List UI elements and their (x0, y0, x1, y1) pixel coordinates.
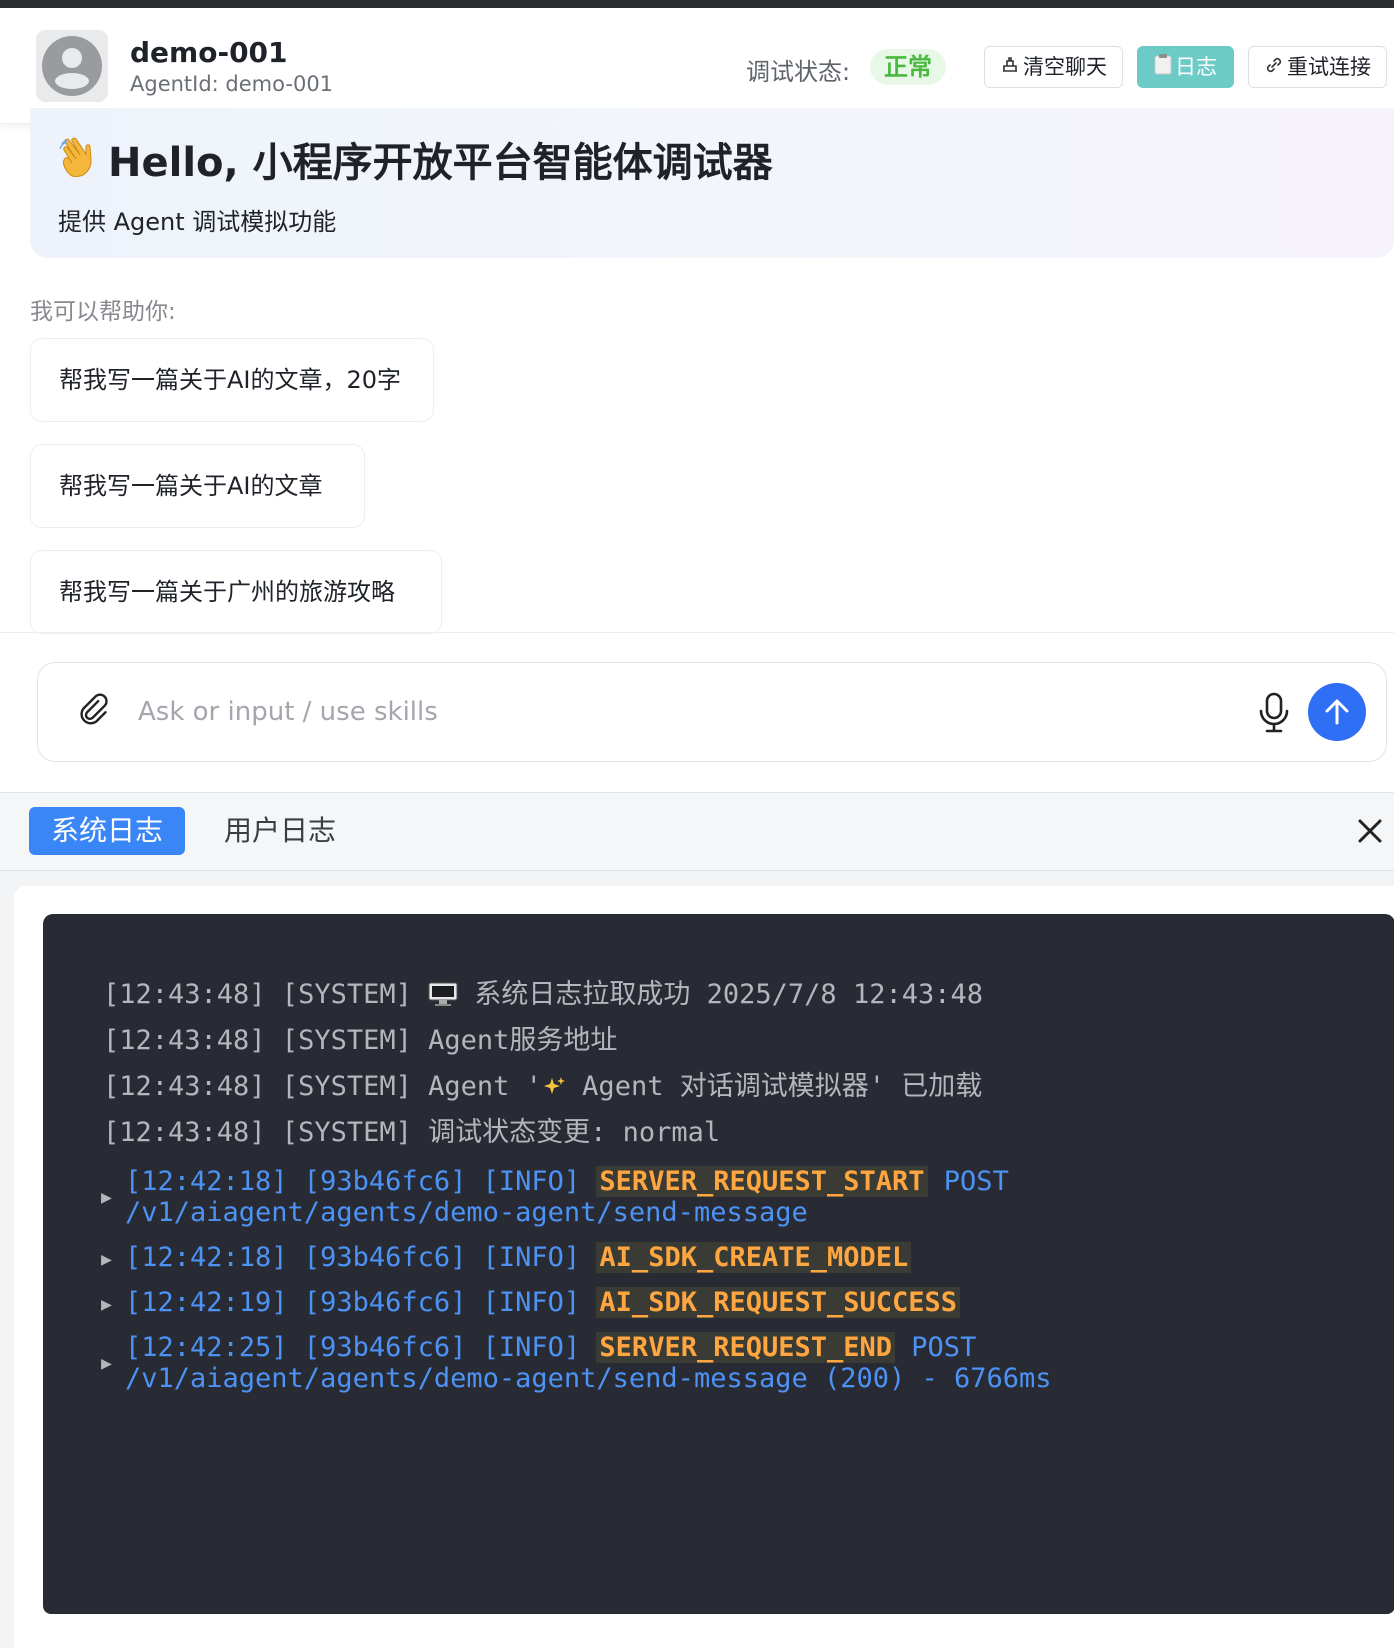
status-badge: 正常 (870, 49, 946, 85)
chat-input[interactable] (138, 689, 1198, 735)
info-log-entry[interactable]: ▶ [12:42:18] [93b46fc6] [INFO] SERVER_RE… (101, 1166, 1353, 1228)
system-log-line: [12:43:48] [SYSTEM] Agent服务地址 (103, 1018, 1353, 1064)
clear-chat-label: 清空聊天 (1023, 55, 1107, 79)
welcome-subtitle: 提供 Agent 调试模拟功能 (58, 208, 337, 236)
log-prefix: [12:42:25] [93b46fc6] [INFO] (125, 1332, 581, 1363)
log-detail: /v1/aiagent/agents/demo-agent/send-messa… (125, 1197, 808, 1228)
log-text: 调试状态变更: normal (428, 1117, 721, 1148)
log-panel: 系统日志 用户日志 [12:43:48] [SYSTEM] 系统日志拉取成功 2… (0, 792, 1394, 1649)
info-log-entry[interactable]: ▶ [12:42:18] [93b46fc6] [INFO] AI_SDK_CR… (101, 1242, 1353, 1275)
log-prefix: [12:43:48] [SYSTEM] (103, 1071, 412, 1102)
log-text: Agent ' (428, 1071, 542, 1102)
clipboard-icon (1154, 48, 1172, 88)
log-terminal: [12:43:48] [SYSTEM] 系统日志拉取成功 2025/7/8 12… (43, 914, 1394, 1614)
welcome-card: Hello, 小程序开放平台智能体调试器 提供 Agent 调试模拟功能 (30, 108, 1394, 258)
arrow-up-icon (1325, 699, 1349, 725)
microphone-icon[interactable] (1254, 691, 1294, 733)
log-method: POST (911, 1332, 977, 1363)
log-prefix: [12:43:48] [SYSTEM] (103, 979, 412, 1010)
tab-system-log[interactable]: 系统日志 (29, 807, 186, 855)
suggestion-chip[interactable]: 帮我写一篇关于AI的文章 (30, 444, 365, 528)
log-button[interactable]: 日志 (1137, 46, 1234, 88)
status-label: 调试状态: (746, 58, 851, 86)
divider (0, 632, 1394, 633)
log-event-tag: SERVER_REQUEST_START (596, 1166, 928, 1197)
info-log-entry[interactable]: ▶ [12:42:25] [93b46fc6] [INFO] SERVER_RE… (101, 1332, 1353, 1394)
system-log-line: [12:43:48] [SYSTEM] Agent ' Agent 对话调试模拟… (103, 1064, 1353, 1110)
welcome-title-text: Hello, 小程序开放平台智能体调试器 (108, 140, 773, 186)
expand-triangle-icon[interactable]: ▶ (101, 1244, 112, 1275)
clear-chat-button[interactable]: 清空聊天 (984, 46, 1123, 88)
welcome-title: Hello, 小程序开放平台智能体调试器 (58, 130, 773, 188)
log-text: Agent 对话调试模拟器' 已加载 (565, 1071, 983, 1102)
header: demo-001 AgentId: demo-001 调试状态: 正常 清空聊天… (0, 8, 1394, 124)
window-top-bar (0, 0, 1394, 8)
log-method: POST (943, 1166, 1009, 1197)
desktop-icon (428, 982, 458, 1006)
help-label: 我可以帮助你: (30, 299, 176, 325)
waving-hand-icon (59, 137, 92, 177)
sparkles-icon (543, 1077, 565, 1094)
retry-connection-label: 重试连接 (1287, 55, 1371, 79)
clear-icon (1000, 48, 1020, 88)
log-prefix: [12:42:19] [93b46fc6] [INFO] (125, 1287, 581, 1318)
log-prefix: [12:43:48] [SYSTEM] (103, 1117, 412, 1148)
log-text: Agent服务地址 (428, 1025, 618, 1056)
log-text: 系统日志拉取成功 2025/7/8 12:43:48 (474, 979, 983, 1010)
tab-user-log[interactable]: 用户日志 (202, 807, 358, 855)
agent-name: demo-001 (130, 36, 288, 69)
log-container: [12:43:48] [SYSTEM] 系统日志拉取成功 2025/7/8 12… (14, 886, 1394, 1649)
log-prefix: [12:42:18] [93b46fc6] [INFO] (125, 1242, 581, 1273)
log-prefix: [12:43:48] [SYSTEM] (103, 1025, 412, 1056)
log-tabbar: 系统日志 用户日志 (0, 793, 1394, 871)
expand-triangle-icon[interactable]: ▶ (101, 1348, 112, 1379)
expand-triangle-icon[interactable]: ▶ (101, 1182, 112, 1213)
log-event-tag: AI_SDK_CREATE_MODEL (596, 1242, 912, 1273)
chat-input-box (37, 662, 1387, 762)
log-prefix: [12:42:18] [93b46fc6] [INFO] (125, 1166, 581, 1197)
user-icon (36, 30, 108, 102)
system-log-line: [12:43:48] [SYSTEM] 系统日志拉取成功 2025/7/8 12… (103, 972, 1353, 1018)
close-icon[interactable] (1354, 815, 1386, 847)
avatar (36, 30, 108, 102)
log-button-label: 日志 (1175, 55, 1217, 79)
suggestion-chip[interactable]: 帮我写一篇关于广州的旅游攻略 (30, 550, 442, 634)
log-event-tag: AI_SDK_REQUEST_SUCCESS (596, 1287, 961, 1318)
paperclip-icon[interactable] (78, 693, 114, 729)
log-event-tag: SERVER_REQUEST_END (596, 1332, 896, 1363)
agent-id: AgentId: demo-001 (130, 72, 334, 96)
system-log-line: [12:43:48] [SYSTEM] 调试状态变更: normal (103, 1110, 1353, 1156)
suggestion-chip[interactable]: 帮我写一篇关于AI的文章，20字 (30, 338, 434, 422)
log-detail: /v1/aiagent/agents/demo-agent/send-messa… (125, 1363, 1052, 1394)
expand-triangle-icon[interactable]: ▶ (101, 1289, 112, 1320)
send-button[interactable] (1308, 683, 1366, 741)
link-icon (1264, 48, 1284, 88)
info-log-entry[interactable]: ▶ [12:42:19] [93b46fc6] [INFO] AI_SDK_RE… (101, 1287, 1353, 1320)
log-lines: [12:43:48] [SYSTEM] 系统日志拉取成功 2025/7/8 12… (101, 972, 1353, 1408)
retry-connection-button[interactable]: 重试连接 (1248, 46, 1387, 88)
